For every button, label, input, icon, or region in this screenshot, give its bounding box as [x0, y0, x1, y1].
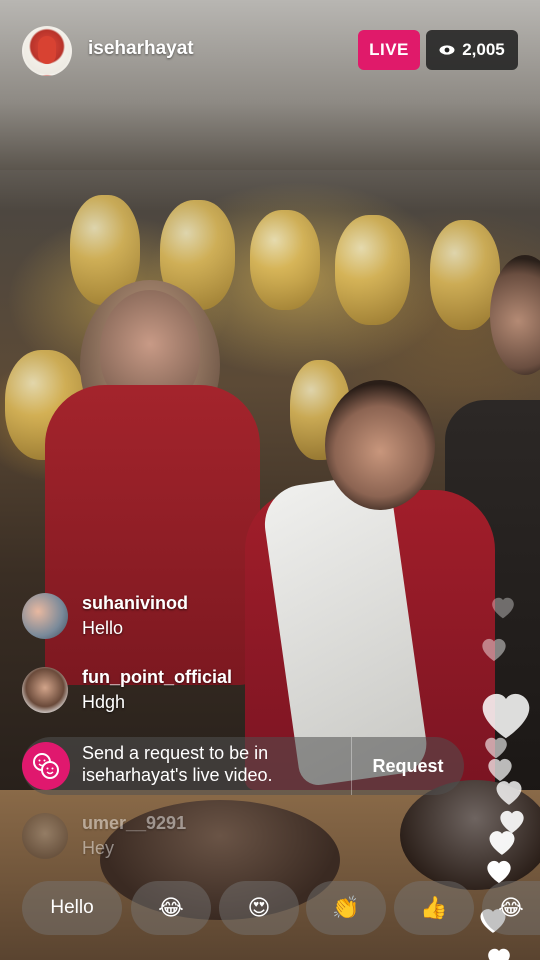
live-header: iseharhayat LIVE 2,005 — [0, 0, 540, 100]
commenter-avatar[interactable] — [22, 593, 68, 639]
comment-item: umer__9291 Hey — [22, 813, 422, 863]
woman-head — [325, 380, 435, 510]
clap-emoji-icon: 👏 — [332, 895, 360, 921]
request-line-2: iseharhayat's live video. — [82, 765, 273, 785]
request-description: Send a request to be in iseharhayat's li… — [82, 742, 322, 786]
laughing-emoji-icon: 😂 — [158, 895, 184, 921]
broadcaster-avatar[interactable] — [22, 26, 72, 76]
commenter-avatar[interactable] — [22, 813, 68, 859]
laughing-emoji-icon: 😂 — [498, 895, 524, 921]
eye-icon — [439, 45, 455, 55]
quick-emoji-thumbs-up[interactable]: 👍 — [394, 881, 474, 935]
gold-balloon — [250, 210, 320, 310]
heart-eyes-emoji-icon: 😍 — [247, 895, 271, 921]
quick-emoji-heart-eyes[interactable]: 😍 — [219, 881, 299, 935]
heart-icon — [490, 595, 516, 626]
commenter-avatar[interactable] — [22, 667, 68, 713]
comment-text: Hey — [82, 838, 115, 858]
heart-icon — [480, 636, 508, 669]
comment-item: suhanivinod Hello — [22, 593, 422, 643]
comment-item: fun_point_official Hdgh — [22, 667, 422, 717]
request-to-join-banner: Send a request to be in iseharhayat's li… — [22, 737, 464, 795]
quick-emoji-laughing[interactable]: 😂 — [131, 881, 211, 935]
request-line-1: Send a request to be in — [82, 743, 269, 763]
comment-text: Hdgh — [82, 692, 126, 712]
heart-icon — [486, 946, 512, 960]
quick-emoji-clap[interactable]: 👏 — [306, 881, 386, 935]
comment-username[interactable]: suhanivinod — [82, 593, 188, 614]
join-live-icon — [22, 742, 70, 790]
comment-text: Hello — [82, 618, 124, 638]
quick-reply-hello[interactable]: Hello — [22, 881, 122, 935]
comment-username[interactable]: umer__9291 — [82, 813, 186, 834]
request-button[interactable]: Request — [352, 737, 464, 795]
broadcaster-username[interactable]: iseharhayat — [88, 38, 194, 60]
comment-username[interactable]: fun_point_official — [82, 667, 232, 688]
quick-emoji-laughing-2[interactable]: 😂 — [482, 881, 540, 935]
gold-balloon — [335, 215, 410, 325]
live-badge: LIVE — [358, 30, 420, 70]
thumbs-up-emoji-icon: 👍 — [420, 895, 448, 921]
viewer-count-badge[interactable]: 2,005 — [426, 30, 518, 70]
live-stream-screen: iseharhayat LIVE 2,005 suhanivinod Hello… — [0, 0, 540, 960]
viewer-count: 2,005 — [462, 40, 505, 59]
